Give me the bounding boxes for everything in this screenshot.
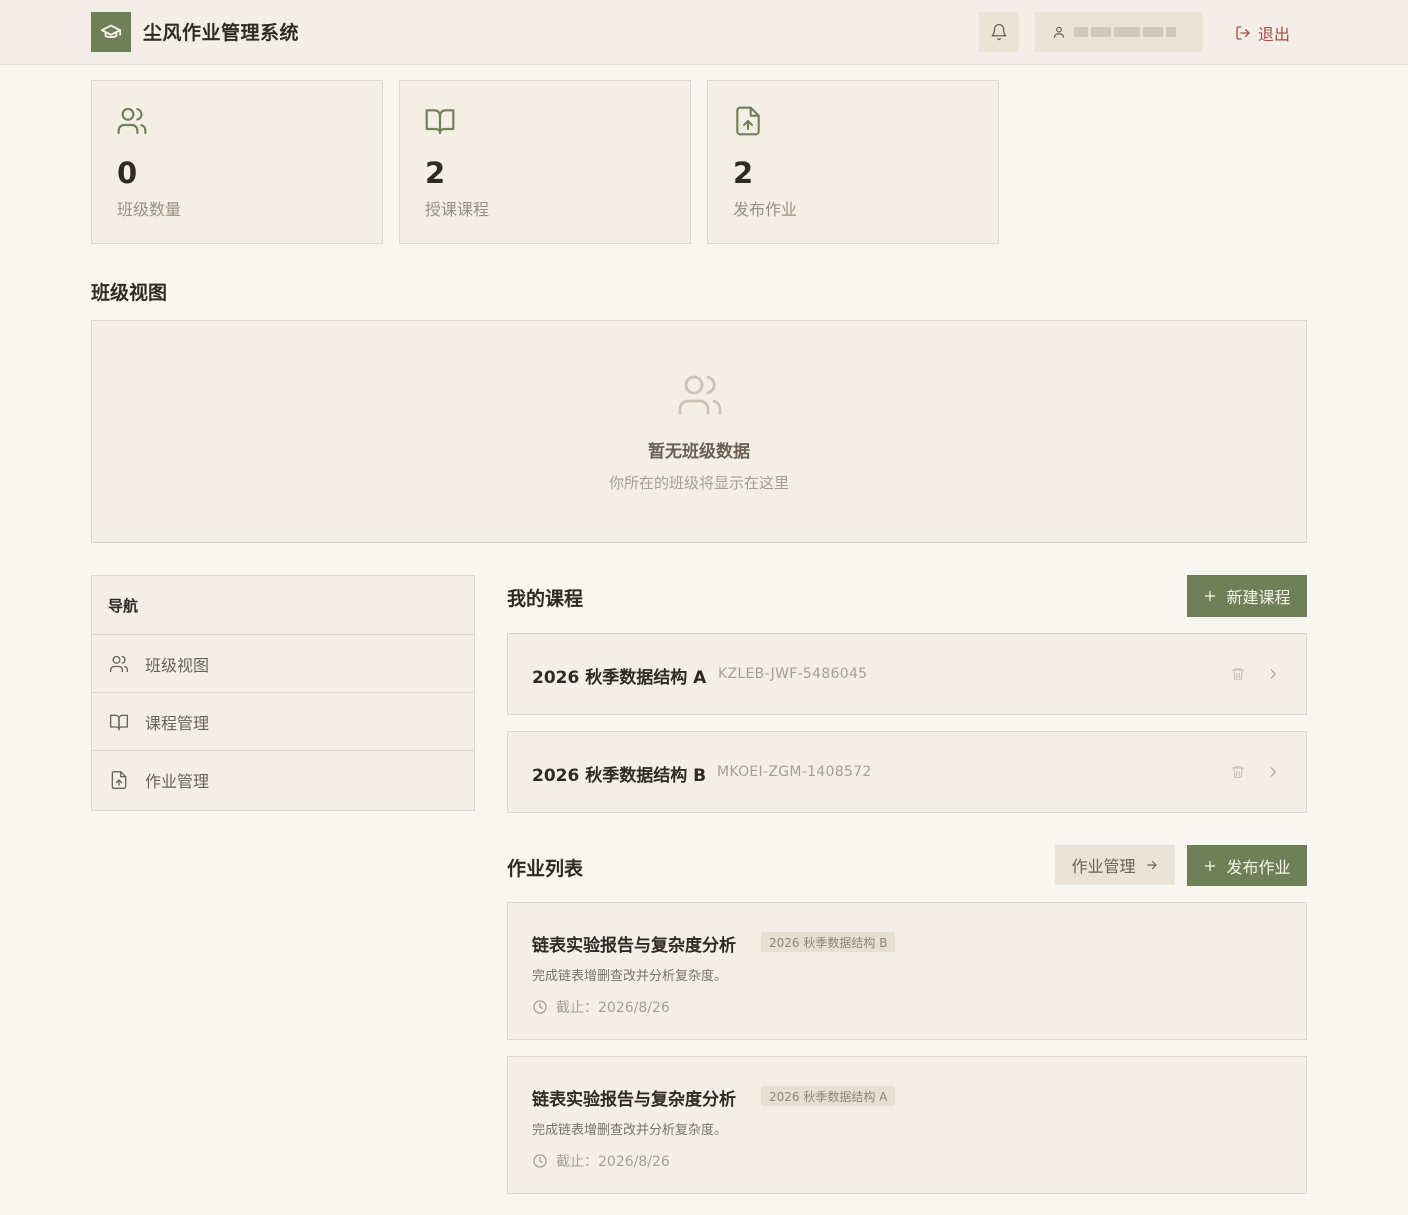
stat-label: 发布作业 xyxy=(733,200,798,219)
nav-item-class-view[interactable]: 班级视图 xyxy=(92,635,474,693)
course-name: 2026 秋季数据结构 B xyxy=(532,766,707,786)
stat-card-homework: 2 发布作业 xyxy=(707,80,999,244)
stat-value: 2 xyxy=(425,156,446,190)
due-prefix: 截止： xyxy=(556,1154,598,1170)
navigation-title: 导航 xyxy=(92,576,474,635)
notifications-button[interactable] xyxy=(979,12,1019,52)
plus-icon xyxy=(1205,860,1216,871)
stat-value: 2 xyxy=(733,156,754,190)
new-course-label: 新建课程 xyxy=(1226,588,1291,607)
user-icon xyxy=(1053,26,1065,38)
homework-due: 截止：2026/8/26 xyxy=(532,997,670,1017)
homework-description: 完成链表增删查改并分析复杂度。 xyxy=(532,1123,728,1138)
homework-title: 链表实验报告与复杂度分析 xyxy=(532,1090,736,1110)
graduation-cap-icon xyxy=(100,24,122,38)
homework-card[interactable]: 链表实验报告与复杂度分析 2026 秋季数据结构 B 完成链表增删查改并分析复杂… xyxy=(507,902,1307,1040)
publish-homework-label: 发布作业 xyxy=(1226,857,1291,877)
user-menu-button[interactable] xyxy=(1035,12,1203,52)
homework-management-button[interactable]: 作业管理 xyxy=(1055,845,1175,885)
trash-icon[interactable] xyxy=(1230,666,1246,682)
file-upload-icon xyxy=(736,106,760,136)
course-name: 2026 秋季数据结构 A xyxy=(532,668,707,688)
homework-course-tag: 2026 秋季数据结构 A xyxy=(761,1086,896,1106)
homework-list-title: 作业列表 xyxy=(507,858,584,880)
homework-management-label: 作业管理 xyxy=(1071,857,1136,876)
course-row[interactable]: 2026 秋季数据结构 B MKOEI-ZGM-1408572 xyxy=(507,731,1307,813)
chevron-right-icon[interactable] xyxy=(1266,765,1280,779)
nav-item-label: 作业管理 xyxy=(145,772,210,791)
clock-icon xyxy=(533,1154,547,1168)
empty-state-title: 暂无班级数据 xyxy=(648,442,750,462)
homework-course-tag: 2026 秋季数据结构 B xyxy=(761,932,896,952)
app-logo xyxy=(91,12,131,52)
stat-label: 授课课程 xyxy=(425,200,490,219)
homework-description: 完成链表增删查改并分析复杂度。 xyxy=(532,969,728,984)
chevron-right-icon[interactable] xyxy=(1266,667,1280,681)
logout-button[interactable]: 退出 xyxy=(1235,21,1290,45)
file-upload-icon xyxy=(111,771,127,789)
homework-title: 链表实验报告与复杂度分析 xyxy=(532,936,736,956)
my-courses-title: 我的课程 xyxy=(507,588,584,610)
publish-homework-button[interactable]: 发布作业 xyxy=(1187,845,1307,886)
users-icon xyxy=(117,107,147,135)
nav-item-label: 课程管理 xyxy=(145,713,210,733)
course-code: MKOEI-ZGM-1408572 xyxy=(717,764,872,780)
users-icon xyxy=(678,375,722,415)
book-open-icon xyxy=(425,109,455,135)
stat-value: 0 xyxy=(117,156,138,190)
clock-icon xyxy=(533,1000,547,1014)
user-name-redacted xyxy=(1074,27,1176,37)
empty-state-subtitle: 你所在的班级将显示在这里 xyxy=(608,474,789,492)
new-course-button[interactable]: 新建课程 xyxy=(1187,575,1307,617)
nav-item-label: 班级视图 xyxy=(145,655,210,675)
bell-icon xyxy=(991,23,1007,41)
users-icon xyxy=(110,655,129,672)
course-code: KZLEB-JWF-5486045 xyxy=(718,666,868,682)
stat-card-classes: 0 班级数量 xyxy=(91,80,383,244)
logout-label: 退出 xyxy=(1258,25,1291,44)
arrow-right-icon xyxy=(1146,860,1157,870)
homework-due: 截止：2026/8/26 xyxy=(532,1151,670,1171)
plus-icon xyxy=(1205,590,1216,602)
logout-icon xyxy=(1236,26,1250,40)
homework-card[interactable]: 链表实验报告与复杂度分析 2026 秋季数据结构 A 完成链表增删查改并分析复杂… xyxy=(507,1056,1307,1194)
due-date: 2026/8/26 xyxy=(598,1154,670,1170)
app-title: 尘风作业管理系统 xyxy=(143,22,300,44)
class-view-title: 班级视图 xyxy=(91,282,168,304)
nav-item-course-management[interactable]: 课程管理 xyxy=(92,693,474,751)
nav-item-homework-management[interactable]: 作业管理 xyxy=(92,751,474,809)
top-bar: 尘风作业管理系统 退出 xyxy=(0,0,1408,65)
stat-card-courses: 2 授课课程 xyxy=(399,80,691,244)
course-row[interactable]: 2026 秋季数据结构 A KZLEB-JWF-5486045 xyxy=(507,633,1307,715)
trash-icon[interactable] xyxy=(1230,764,1246,780)
stat-label: 班级数量 xyxy=(117,200,182,219)
book-open-icon xyxy=(110,714,128,730)
navigation-panel: 导航 班级视图 课程管理 作业管理 xyxy=(91,575,475,811)
class-view-empty-state: 暂无班级数据 你所在的班级将显示在这里 xyxy=(91,320,1307,543)
due-date: 2026/8/26 xyxy=(598,1000,670,1016)
due-prefix: 截止： xyxy=(556,1000,598,1016)
